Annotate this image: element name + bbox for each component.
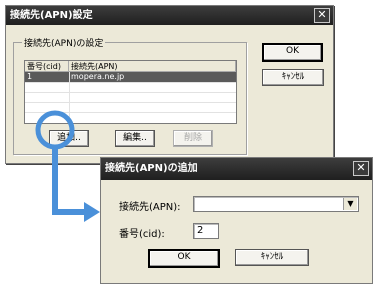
table-row-empty[interactable] [25, 102, 236, 113]
apn-settings-dialog: 接続先(APN)設定 ✕ 接続先(APN)の設定 番号(cid) 接続先(APN… [5, 5, 334, 164]
close-icon[interactable]: ✕ [314, 8, 330, 23]
column-header-apn[interactable]: 接続先(APN) [69, 61, 236, 72]
cancel-button[interactable]: ｷｬﾝｾﾙ [262, 69, 324, 86]
chevron-down-icon[interactable]: ▼ [343, 198, 357, 210]
apn-settings-group: 接続先(APN)の設定 番号(cid) 接続先(APN) 1 mopera.ne… [13, 36, 247, 155]
close-icon[interactable]: ✕ [353, 161, 369, 176]
apn-settings-group-title: 接続先(APN)の設定 [22, 36, 106, 49]
apn-dropdown[interactable]: ▼ [193, 196, 359, 212]
add-button[interactable]: 追加.. [49, 130, 89, 147]
cell-cid: 1 [27, 72, 33, 81]
column-divider [69, 72, 70, 122]
delete-button: 削除 [173, 130, 213, 147]
cancel-button[interactable]: ｷｬﾝｾﾙ [235, 249, 309, 266]
cid-label: 番号(cid): [119, 229, 165, 240]
apn-settings-title: 接続先(APN)設定 [10, 10, 93, 21]
cid-input[interactable]: 2 [193, 223, 219, 239]
ok-button[interactable]: OK [262, 43, 323, 62]
add-apn-dialog: 接続先(APN)の追加 ✕ 接続先(APN): ▼ 番号(cid): 2 OK … [100, 157, 373, 284]
apn-settings-titlebar[interactable]: 接続先(APN)設定 ✕ [6, 6, 333, 25]
add-apn-title: 接続先(APN)の追加 [105, 163, 198, 174]
cell-apn: mopera.ne.jp [71, 72, 125, 81]
add-apn-titlebar[interactable]: 接続先(APN)の追加 ✕ [101, 158, 372, 180]
arrow-head [84, 202, 100, 222]
column-header-cid[interactable]: 番号(cid) [25, 61, 69, 72]
ok-button[interactable]: OK [148, 249, 220, 268]
apn-label: 接続先(APN): [119, 202, 181, 213]
apn-table[interactable]: 番号(cid) 接続先(APN) 1 mopera.ne.jp [24, 60, 237, 124]
edit-button[interactable]: 編集.. [115, 130, 155, 147]
